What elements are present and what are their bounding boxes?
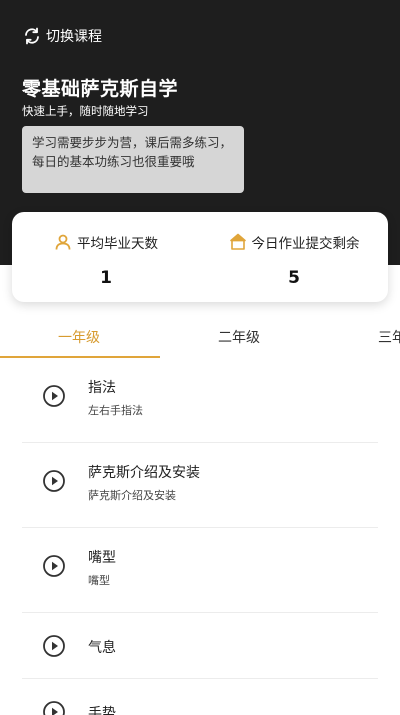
lesson-list: 指法 左右手指法 萨克斯介绍及安装 萨克斯介绍及安装 嘴型 嘴型 气息 手势 [22, 358, 378, 715]
lesson-title: 手势 [88, 706, 116, 715]
lesson-item[interactable]: 气息 [22, 613, 378, 679]
stat-label: 平均毕业天数 [77, 236, 158, 252]
course-title: 零基础萨克斯自学 [22, 78, 179, 100]
play-icon[interactable] [42, 634, 66, 658]
tip-box: 学习需要步步为营，课后需多练习，每日的基本功练习也很重要哦 [22, 126, 244, 193]
play-icon[interactable] [42, 469, 66, 493]
switch-course-label: 切换课程 [46, 29, 102, 45]
stats-card: 平均毕业天数 1 今日作业提交剩余 5 [12, 212, 388, 302]
lesson-subtitle: 嘴型 [88, 574, 110, 587]
lesson-item[interactable]: 手势 [22, 679, 378, 715]
lesson-title: 萨克斯介绍及安装 [88, 465, 200, 481]
tab-grade-3[interactable]: 三年级 [378, 327, 400, 347]
stat-label: 今日作业提交剩余 [251, 236, 360, 252]
lesson-item[interactable]: 指法 左右手指法 [22, 358, 378, 443]
play-icon[interactable] [42, 554, 66, 578]
stat-value: 5 [288, 268, 300, 288]
switch-course-button[interactable]: 切换课程 [22, 26, 102, 46]
play-icon[interactable] [42, 384, 66, 408]
tab-grade-1[interactable]: 一年级 [58, 327, 100, 347]
person-icon [55, 234, 71, 250]
lesson-subtitle: 左右手指法 [88, 404, 143, 417]
switch-icon [25, 27, 39, 45]
tab-grade-2[interactable]: 二年级 [218, 327, 260, 347]
stat-graduation-days: 平均毕业天数 1 [12, 212, 200, 302]
grade-tabs: 一年级 二年级 三年级 [0, 316, 400, 358]
course-subtitle: 快速上手，随时随地学习 [22, 104, 149, 118]
lesson-title: 气息 [88, 640, 116, 656]
lesson-subtitle: 萨克斯介绍及安装 [88, 489, 176, 502]
play-icon[interactable] [42, 700, 66, 715]
lesson-item[interactable]: 嘴型 嘴型 [22, 528, 378, 613]
stat-homework-remaining: 今日作业提交剩余 5 [200, 212, 388, 302]
lesson-item[interactable]: 萨克斯介绍及安装 萨克斯介绍及安装 [22, 443, 378, 528]
stat-value: 1 [100, 268, 112, 288]
lesson-title: 指法 [88, 380, 116, 396]
upload-icon [229, 233, 246, 250]
lesson-title: 嘴型 [88, 550, 116, 566]
